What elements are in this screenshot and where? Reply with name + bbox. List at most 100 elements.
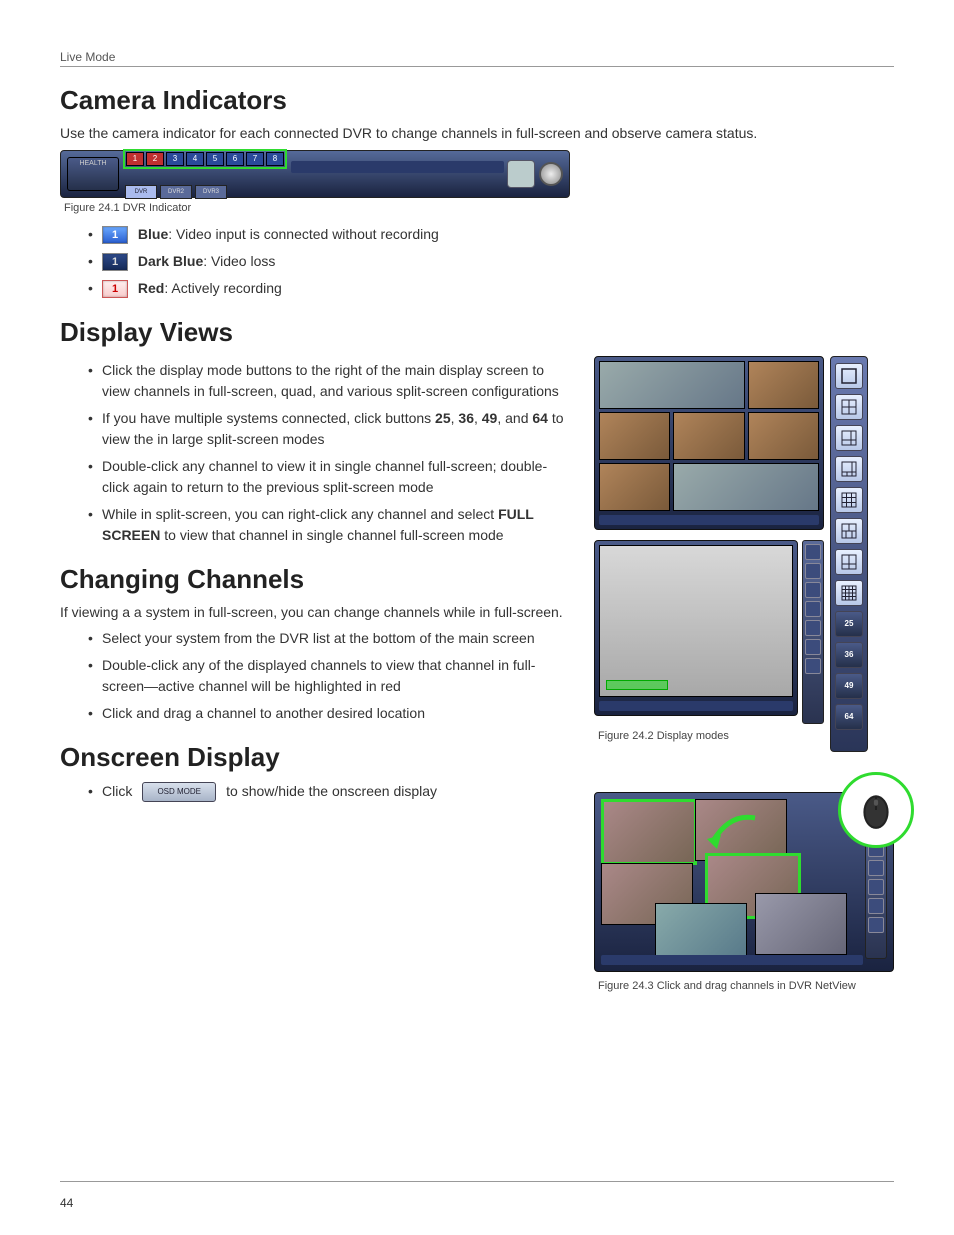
side-btn-icon bbox=[805, 601, 821, 617]
thumb-icon bbox=[599, 412, 670, 460]
legend-dblue-desc: : Video loss bbox=[203, 253, 275, 269]
thumb-icon bbox=[673, 412, 744, 460]
heading-onscreen-display: Onscreen Display bbox=[60, 742, 574, 773]
side-btn-icon bbox=[805, 563, 821, 579]
dvr-tab-2: DVR2 bbox=[160, 185, 192, 199]
panel-bottom-bar bbox=[599, 515, 819, 525]
dark-blue-badge-icon: 1 bbox=[102, 253, 128, 271]
side-btn-icon bbox=[805, 658, 821, 674]
mode-36-button: 36 bbox=[835, 642, 863, 668]
side-btn-icon bbox=[805, 582, 821, 598]
mode-25-button: 25 bbox=[835, 611, 863, 637]
figure-dvr-indicator: HEALTH 1 2 3 4 5 6 7 8 DVR DVR2 DVR3 bbox=[60, 150, 570, 198]
side-btn-icon bbox=[868, 917, 884, 933]
mode-49-button: 49 bbox=[835, 673, 863, 699]
legend-dblue-label: Dark Blue bbox=[138, 253, 203, 269]
single-channel-panel bbox=[594, 540, 798, 716]
dvr-tab-1: DVR bbox=[125, 185, 157, 199]
osd-mode-button-icon: OSD MODE bbox=[142, 782, 216, 802]
footer-rule bbox=[60, 1181, 894, 1182]
display-item-3: Double-click any channel to view it in s… bbox=[102, 456, 574, 498]
toolbar-end-button bbox=[507, 160, 535, 188]
legend-blue-label: Blue bbox=[138, 226, 168, 242]
osd-post-text: to show/hide the onscreen display bbox=[226, 783, 437, 799]
thumb-icon bbox=[673, 463, 819, 511]
header-section: Live Mode bbox=[60, 50, 894, 64]
onscreen-item: Click OSD MODE to show/hide the onscreen… bbox=[102, 781, 574, 802]
channel-strip: 1 2 3 4 5 6 7 8 bbox=[123, 149, 287, 169]
red-badge-icon: 1 bbox=[102, 280, 128, 298]
channel-4: 4 bbox=[186, 152, 204, 166]
figure-3-caption: Figure 24.3 Click and drag channels in D… bbox=[598, 980, 894, 992]
side-btn-icon bbox=[805, 639, 821, 655]
side-btn-icon bbox=[868, 860, 884, 876]
mode-1plus7-icon bbox=[835, 456, 863, 482]
display-item-4: While in split-screen, you can right-cli… bbox=[102, 504, 574, 546]
mode-1x1-icon bbox=[835, 363, 863, 389]
dvr-tab-3: DVR3 bbox=[195, 185, 227, 199]
header-rule bbox=[60, 66, 894, 67]
thumb-icon bbox=[748, 361, 819, 409]
thumb-icon bbox=[599, 361, 745, 409]
mode-3x3-icon bbox=[835, 487, 863, 513]
panel-bottom-bar bbox=[599, 701, 793, 711]
drag-arrow-icon bbox=[705, 813, 765, 853]
indicator-legend: 1 Blue: Video input is connected without… bbox=[60, 224, 894, 299]
heading-display-views: Display Views bbox=[60, 317, 894, 348]
mode-1plus5-icon bbox=[835, 425, 863, 451]
legend-blue: 1 Blue: Video input is connected without… bbox=[102, 224, 894, 245]
channel-7: 7 bbox=[246, 152, 264, 166]
display-views-list: Click the display mode buttons to the ri… bbox=[60, 360, 574, 546]
onscreen-list: Click OSD MODE to show/hide the onscreen… bbox=[60, 781, 574, 802]
channel-5: 5 bbox=[206, 152, 224, 166]
thumb-icon bbox=[748, 412, 819, 460]
channel-2: 2 bbox=[146, 152, 164, 166]
mode-2x2-icon bbox=[835, 394, 863, 420]
camera-intro-text: Use the camera indicator for each connec… bbox=[60, 124, 894, 144]
changing-item-2: Double-click any of the displayed channe… bbox=[102, 655, 574, 697]
legend-blue-desc: : Video input is connected without recor… bbox=[168, 226, 439, 242]
panel-bottom-bar bbox=[601, 955, 863, 965]
side-btn-icon bbox=[805, 620, 821, 636]
drag-source-thumb bbox=[601, 799, 697, 865]
changing-intro-text: If viewing a a system in full-screen, yo… bbox=[60, 603, 574, 623]
changing-item-3: Click and drag a channel to another desi… bbox=[102, 703, 574, 724]
health-button: HEALTH bbox=[67, 157, 119, 191]
changing-channels-list: Select your system from the DVR list at … bbox=[60, 628, 574, 724]
heading-camera-indicators: Camera Indicators bbox=[60, 85, 894, 116]
display-item-1: Click the display mode buttons to the ri… bbox=[102, 360, 574, 402]
figure-display-modes: Figure 24.2 Display modes 25 36 49 64 bbox=[594, 356, 894, 752]
channel-3: 3 bbox=[166, 152, 184, 166]
side-btn-icon bbox=[868, 879, 884, 895]
dvr-tabs: DVR DVR2 DVR3 bbox=[125, 185, 287, 199]
single-thumb-icon bbox=[599, 545, 793, 697]
mode-1plus12-icon bbox=[835, 518, 863, 544]
thumb-icon bbox=[599, 463, 670, 511]
blue-badge-icon: 1 bbox=[102, 226, 128, 244]
side-btn-icon bbox=[868, 898, 884, 914]
page-number: 44 bbox=[60, 1196, 73, 1210]
legend-red-desc: : Actively recording bbox=[164, 280, 282, 296]
side-control-strip bbox=[802, 540, 824, 724]
mouse-icon bbox=[838, 772, 914, 848]
figure-2-caption: Figure 24.2 Display modes bbox=[598, 730, 824, 742]
legend-red: 1 Red: Actively recording bbox=[102, 278, 894, 299]
legend-dark-blue: 1 Dark Blue: Video loss bbox=[102, 251, 894, 272]
mode-4x4-icon bbox=[835, 580, 863, 606]
mode-64-button: 64 bbox=[835, 704, 863, 730]
thumb-icon bbox=[755, 893, 847, 955]
display-mode-sidebar: 25 36 49 64 bbox=[830, 356, 868, 752]
display-item-2: If you have multiple systems connected, … bbox=[102, 408, 574, 450]
channel-1: 1 bbox=[126, 152, 144, 166]
channel-6: 6 bbox=[226, 152, 244, 166]
split-screen-panel bbox=[594, 356, 824, 530]
osd-pre-text: Click bbox=[102, 783, 132, 799]
toolbar-strip bbox=[291, 161, 504, 173]
figure-1-caption: Figure 24.1 DVR Indicator bbox=[64, 202, 894, 214]
side-btn-icon bbox=[805, 544, 821, 560]
jog-knob-icon bbox=[539, 162, 563, 186]
mode-2plus8-icon bbox=[835, 549, 863, 575]
heading-changing-channels: Changing Channels bbox=[60, 564, 574, 595]
changing-item-1: Select your system from the DVR list at … bbox=[102, 628, 574, 649]
channel-8: 8 bbox=[266, 152, 284, 166]
